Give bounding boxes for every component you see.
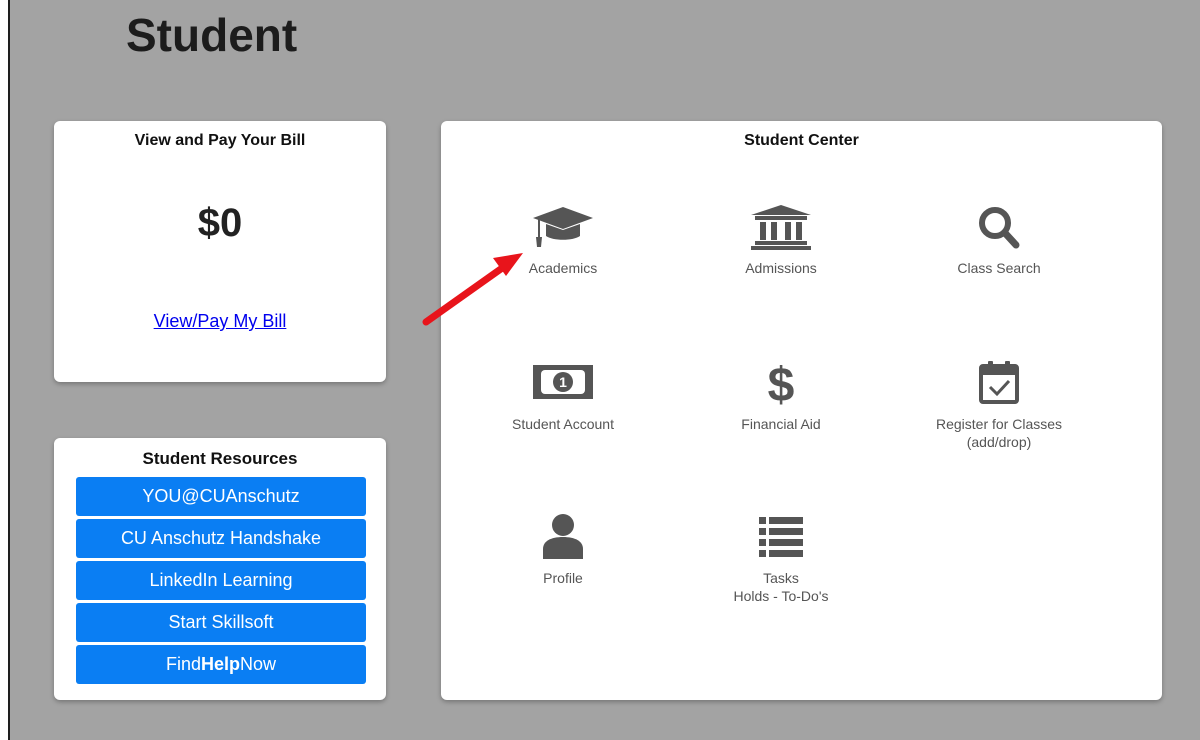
resource-findhelpnow-button[interactable]: FindHelpNow	[76, 645, 366, 684]
dollar-sign-icon: $	[768, 359, 795, 407]
institution-icon	[751, 205, 811, 250]
tile-academics-label: Academics	[528, 260, 598, 276]
svg-text:$: $	[768, 359, 795, 407]
tile-tasks-label: Tasks Holds - To-Do's	[671, 569, 891, 605]
resource-skillsoft-button[interactable]: Start Skillsoft	[76, 603, 366, 642]
page-background: Student View and Pay Your Bill $0 View/P…	[8, 0, 1200, 740]
tile-profile[interactable]: Profile	[453, 513, 673, 587]
tile-academics[interactable]: Academics	[453, 203, 673, 277]
view-pay-bill-link[interactable]: View/Pay My Bill	[54, 311, 386, 332]
resource-handshake-button[interactable]: CU Anschutz Handshake	[76, 519, 366, 558]
findhelpnow-prefix: Find	[165, 654, 201, 674]
graduation-cap-icon	[533, 207, 593, 247]
resource-list: YOU@CUAnschutz CU Anschutz Handshake Lin…	[76, 477, 366, 687]
findhelpnow-suffix: Now	[240, 654, 277, 674]
tile-student-account[interactable]: 1 Student Account	[453, 359, 673, 433]
money-bill-icon: 1	[533, 365, 593, 399]
page-title: Student	[126, 9, 298, 61]
tile-tasks-label-line2: Holds - To-Do's	[733, 588, 829, 604]
bill-amount: $0	[197, 201, 243, 245]
tile-register-label-line1: Register for Classes	[935, 416, 1063, 432]
student-center-title: Student Center	[744, 132, 859, 149]
tile-profile-label: Profile	[543, 570, 583, 586]
tile-register-for-classes[interactable]: Register for Classes (add/drop)	[889, 359, 1109, 451]
student-resources-card: Student Resources YOU@CUAnschutz CU Ansc…	[54, 438, 386, 700]
calendar-check-icon	[979, 361, 1019, 404]
resource-you-cuanschutz-button[interactable]: YOU@CUAnschutz	[76, 477, 366, 516]
tile-financial-aid[interactable]: $ Financial Aid	[671, 359, 891, 433]
list-icon	[759, 517, 803, 557]
bill-card-title: View and Pay Your Bill	[134, 132, 306, 149]
tile-tasks[interactable]: Tasks Holds - To-Do's	[671, 513, 891, 605]
bill-card: View and Pay Your Bill $0 View/Pay My Bi…	[54, 121, 386, 382]
tile-admissions[interactable]: Admissions	[671, 203, 891, 277]
resource-linkedin-learning-button[interactable]: LinkedIn Learning	[76, 561, 366, 600]
tile-financial-aid-label: Financial Aid	[741, 416, 821, 432]
tile-tasks-label-line1: Tasks	[763, 570, 799, 586]
student-resources-title: Student Resources	[142, 449, 298, 468]
svg-text:1: 1	[559, 374, 567, 390]
student-center-card: Student Center Academics Admissions Clas…	[441, 121, 1162, 700]
tile-admissions-label: Admissions	[745, 260, 817, 276]
tile-class-search-label: Class Search	[957, 260, 1041, 276]
tile-student-account-label: Student Account	[512, 416, 614, 432]
user-icon	[543, 514, 583, 559]
findhelpnow-bold: Help	[200, 654, 240, 674]
tile-register-label: Register for Classes (add/drop)	[889, 415, 1109, 451]
tile-register-label-line2: (add/drop)	[966, 434, 1032, 450]
tile-class-search[interactable]: Class Search	[889, 203, 1109, 277]
magnifier-icon	[979, 207, 1020, 249]
